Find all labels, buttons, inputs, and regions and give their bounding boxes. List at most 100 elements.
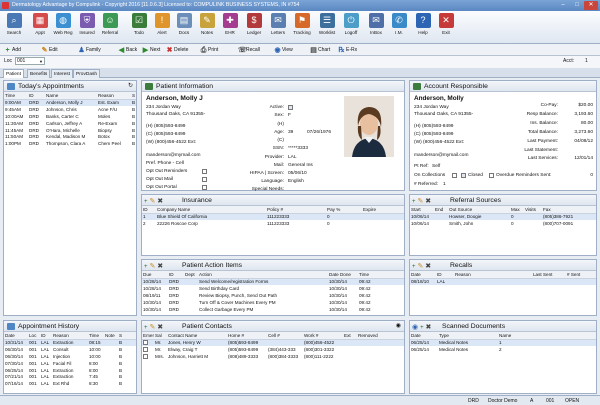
column-header[interactable]: Removed: [357, 332, 404, 340]
add-button[interactable]: + Add: [4, 45, 20, 55]
next-button[interactable]: ▶ Next: [142, 45, 160, 55]
table-row[interactable]: 1 Blue Shield Of California 111223333 0: [142, 213, 404, 220]
active-checkbox[interactable]: [288, 105, 293, 110]
print-button[interactable]: ⎙ Print: [200, 45, 219, 55]
column-header[interactable]: Emer: [142, 332, 154, 340]
column-header[interactable]: Date Done: [328, 271, 358, 279]
table-row[interactable]: 06/30/14 001 LAL Injection 10:00 B: [4, 353, 136, 360]
column-header[interactable]: ID: [436, 271, 454, 279]
column-header[interactable]: Type: [438, 332, 498, 340]
delete-icon[interactable]: ✖: [157, 324, 163, 331]
delete-icon[interactable]: ✖: [157, 198, 163, 205]
emergency-checkbox[interactable]: [143, 346, 148, 352]
column-header[interactable]: Contact Name: [167, 332, 227, 340]
toolbar-alert-button[interactable]: ! Alert: [152, 13, 172, 35]
maximize-button[interactable]: □: [570, 1, 584, 10]
tab-interest[interactable]: Interest: [51, 69, 73, 78]
table-row[interactable]: 11:30AM DRD Carlson, Jeffrey A Re-Exam B: [4, 120, 136, 127]
delete-icon[interactable]: ✖: [425, 198, 431, 205]
table-row[interactable]: 10/06/14 Howser, Doogie 0 (805)386-7921: [410, 213, 596, 220]
table-row[interactable]: Mrs. Johnson, Harriett M (808)489-3333 (800…: [142, 353, 404, 360]
recall-button[interactable]: ☏Recall: [238, 45, 260, 55]
refresh-icon[interactable]: ↻: [128, 81, 133, 91]
toolbar-logoff-button[interactable]: ⏻ Logoff: [341, 13, 361, 35]
column-header[interactable]: Reason: [52, 332, 88, 340]
table-row[interactable]: 07/30/14 001 LAL Facial Fil 8:00 B: [4, 360, 136, 367]
toolbar-help-button[interactable]: ? Help: [413, 13, 433, 35]
column-header[interactable]: Name: [45, 92, 97, 100]
opt-out-portal[interactable]: Opt Out Portal: [146, 185, 177, 190]
delete-icon[interactable]: ✖: [426, 324, 432, 331]
table-row[interactable]: 10/30/14 DRD Turn Off & Cover Machines Eve…: [142, 299, 404, 306]
delete-icon[interactable]: ✖: [425, 263, 431, 270]
edit-icon[interactable]: ✎: [149, 263, 155, 270]
toolbar-insured-button[interactable]: ⛨ Insured: [77, 13, 97, 35]
table-row[interactable]: 06/25/14 Medical Notes 1: [410, 339, 596, 346]
edit-icon[interactable]: ✎: [417, 198, 423, 205]
column-header[interactable]: Due: [142, 271, 168, 279]
close-button[interactable]: ✕: [584, 1, 598, 10]
column-header[interactable]: Expire: [362, 206, 404, 214]
e-rx-button[interactable]: ℞E-Rx: [338, 45, 357, 55]
toolbar-notes-button[interactable]: ✎ Notes: [197, 13, 217, 35]
column-header[interactable]: Action: [198, 271, 328, 279]
opt-out-reminders[interactable]: Opt Out Reminders: [146, 169, 187, 174]
column-header[interactable]: ID: [168, 271, 184, 279]
column-header[interactable]: Name: [498, 332, 596, 340]
column-header[interactable]: Company Name: [156, 206, 266, 214]
chart-button[interactable]: ▤Chart: [310, 45, 330, 55]
column-header[interactable]: Dept: [184, 271, 198, 279]
column-header[interactable]: Date: [410, 271, 436, 279]
table-row[interactable]: 06/25/14 Medical Notes 2: [410, 346, 596, 353]
table-row[interactable]: 10/31/14 001 LAL Extraction 08:15 B: [4, 339, 136, 346]
table-row[interactable]: 11:50AM DRD Kendal, Madison M Botox B: [4, 133, 136, 140]
toolbar-inbox-button[interactable]: ✉ InBox: [366, 13, 386, 35]
toolbar-tracking-button[interactable]: ⚑ Tracking: [292, 13, 312, 35]
column-header[interactable]: Out Source: [448, 206, 510, 214]
opt-out-reminders-checkbox[interactable]: [202, 169, 207, 174]
column-header[interactable]: Max: [510, 206, 524, 214]
column-header[interactable]: Time: [358, 271, 404, 279]
opt-out-mail-checkbox[interactable]: [202, 177, 207, 182]
column-header[interactable]: Home #: [227, 332, 267, 340]
add-icon[interactable]: +: [144, 264, 148, 270]
table-row[interactable]: 10:00AM DRD Banks, Carter C Moles B: [4, 113, 136, 120]
toolbar-docs-button[interactable]: ▤ Docs: [174, 13, 194, 35]
toolbar-appt-button[interactable]: ▦ Appt: [30, 13, 50, 35]
toolbar-exit-button[interactable]: ✕ Exit: [436, 13, 456, 35]
column-header[interactable]: Work #: [303, 332, 343, 340]
column-header[interactable]: Time: [88, 332, 104, 340]
column-header[interactable]: Sal: [154, 332, 167, 340]
opt-out-mail[interactable]: Opt Out Mail: [146, 177, 173, 182]
column-header[interactable]: Note: [104, 332, 118, 340]
column-header[interactable]: End: [434, 206, 448, 214]
closed-checkbox[interactable]: [461, 173, 466, 178]
opt-out-portal-checkbox[interactable]: [202, 185, 207, 190]
table-row[interactable]: 10/30/14 DRD Collect Garbage Every PM 10/30…: [142, 306, 404, 313]
tab-patient[interactable]: Patient: [3, 69, 24, 78]
table-row[interactable]: 10/28/14 DRD Send Birthday Card 10/30/14 09:…: [142, 285, 404, 292]
toolbar-referral-button[interactable]: ☺ Referral: [100, 13, 120, 35]
column-header[interactable]: ID: [40, 332, 52, 340]
table-row[interactable]: 08/18/10 LAL: [410, 278, 596, 285]
table-row[interactable]: 06/25/14 001 LAL Extraction 8:00 B: [4, 367, 136, 374]
tab-provdash[interactable]: ProvDash: [73, 69, 101, 78]
table-row[interactable]: 06/30/14 001 LAL Consult 10:00 B: [4, 346, 136, 353]
toolbar-ehr-button[interactable]: ✚ EHR: [220, 13, 240, 35]
column-header[interactable]: ID: [28, 92, 45, 100]
add-icon[interactable]: +: [412, 264, 416, 270]
column-header[interactable]: Reason: [97, 92, 131, 100]
emergency-checkbox[interactable]: [143, 340, 148, 346]
delete-icon[interactable]: ✖: [157, 263, 163, 270]
loc-select[interactable]: 001 ▼: [15, 57, 45, 65]
edit-icon[interactable]: ✎: [149, 198, 155, 205]
table-row[interactable]: 9:45AM DRD Johnson, Chris Acne F/U B: [4, 106, 136, 113]
eye-icon[interactable]: ◉: [412, 324, 418, 331]
column-header[interactable]: # Sent: [566, 271, 596, 279]
column-header[interactable]: Date: [410, 332, 438, 340]
toolbar-letters-button[interactable]: ✉ Letters: [268, 13, 288, 35]
column-header[interactable]: S: [118, 332, 136, 340]
column-header[interactable]: Fax: [542, 206, 596, 214]
column-header[interactable]: S: [131, 92, 136, 100]
column-header[interactable]: Date: [4, 332, 28, 340]
